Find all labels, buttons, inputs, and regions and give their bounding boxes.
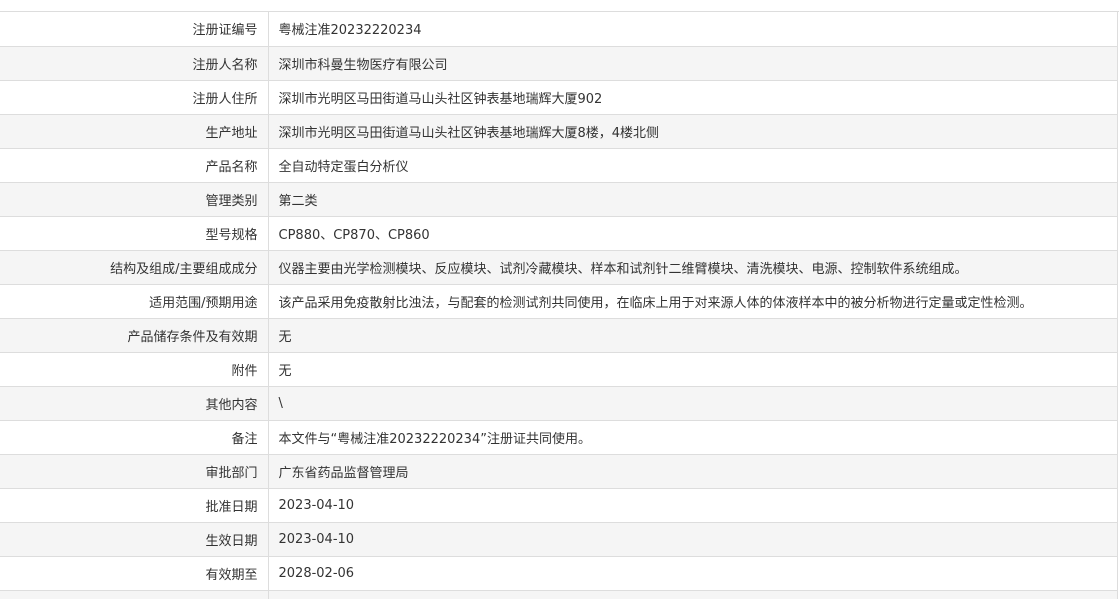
field-label: 产品名称: [0, 148, 269, 183]
field-value: 全自动特定蛋白分析仪: [268, 148, 1117, 183]
field-label: 注册人名称: [0, 46, 269, 81]
field-value: 该产品采用免疫散射比浊法，与配套的检测试剂共同使用，在临床上用于对来源人体的体液…: [268, 284, 1117, 319]
table-row: 结构及组成/主要组成成分 仪器主要由光学检测模块、反应模块、试剂冷藏模块、样本和试…: [0, 250, 1117, 285]
field-value: 无: [268, 318, 1117, 353]
table-row: 生效日期 2023-04-10: [0, 522, 1117, 557]
table-row: 有效期至 2028-02-06: [0, 556, 1117, 591]
detail-table-body: 注册证编号 粤械注准20232220234 注册人名称 深圳市科曼生物医疗有限公司 注册…: [0, 12, 1117, 599]
table-row: 审批部门 广东省药品监督管理局: [0, 454, 1117, 489]
field-label: 其他内容: [0, 386, 269, 421]
field-label: 有效期至: [0, 556, 269, 591]
field-value: 2023-04-10: [268, 522, 1117, 557]
table-row: [0, 590, 1117, 599]
field-value: 无: [268, 352, 1117, 387]
field-label: 注册人住所: [0, 80, 269, 115]
field-value: 2028-02-06: [268, 556, 1117, 591]
field-label: 生产地址: [0, 114, 269, 149]
table-row: 生产地址 深圳市光明区马田街道马山头社区钟表基地瑞辉大厦8楼，4楼北侧: [0, 114, 1117, 149]
field-value: 粤械注准20232220234: [268, 12, 1117, 47]
field-label: 适用范围/预期用途: [0, 284, 269, 319]
table-row: 注册人住所 深圳市光明区马田街道马山头社区钟表基地瑞辉大厦902: [0, 80, 1117, 115]
table-row: 批准日期 2023-04-10: [0, 488, 1117, 523]
table-row: 注册证编号 粤械注准20232220234: [0, 12, 1117, 47]
field-label: 注册证编号: [0, 12, 269, 47]
field-label: 结构及组成/主要组成成分: [0, 250, 269, 285]
field-value: 深圳市科曼生物医疗有限公司: [268, 46, 1117, 81]
field-value: [268, 590, 1117, 599]
field-value: 仪器主要由光学检测模块、反应模块、试剂冷藏模块、样本和试剂针二维臂模块、清洗模块…: [268, 250, 1117, 285]
registration-detail-table: 注册证编号 粤械注准20232220234 注册人名称 深圳市科曼生物医疗有限公司 注册…: [0, 12, 1117, 599]
field-value: 2023-04-10: [268, 488, 1117, 523]
registration-detail-page: 注册证编号 粤械注准20232220234 注册人名称 深圳市科曼生物医疗有限公司 注册…: [0, 0, 1119, 599]
field-label: 型号规格: [0, 216, 269, 251]
table-row: 型号规格 CP880、CP870、CP860: [0, 216, 1117, 251]
table-row: 备注 本文件与“粤械注准20232220234”注册证共同使用。: [0, 420, 1117, 455]
table-row: 产品储存条件及有效期无: [0, 318, 1117, 353]
table-row: 注册人名称 深圳市科曼生物医疗有限公司: [0, 46, 1117, 81]
field-label: 管理类别: [0, 182, 269, 217]
table-row: 其他内容 \: [0, 386, 1117, 421]
field-value: \: [268, 386, 1117, 421]
table-right-border: [1117, 12, 1118, 599]
field-label: 审批部门: [0, 454, 269, 489]
field-value: 第二类: [268, 182, 1117, 217]
field-label: 附件: [0, 352, 269, 387]
field-value: 本文件与“粤械注准20232220234”注册证共同使用。: [268, 420, 1117, 455]
field-value: 广东省药品监督管理局: [268, 454, 1117, 489]
table-top-edge: [0, 0, 1119, 12]
field-label: 备注: [0, 420, 269, 455]
field-label: 产品储存条件及有效期: [0, 318, 269, 353]
table-row: 管理类别 第二类: [0, 182, 1117, 217]
field-value: CP880、CP870、CP860: [268, 216, 1117, 251]
table-row: 产品名称 全自动特定蛋白分析仪: [0, 148, 1117, 183]
field-label: 批准日期: [0, 488, 269, 523]
field-label: 生效日期: [0, 522, 269, 557]
table-row: 适用范围/预期用途 该产品采用免疫散射比浊法，与配套的检测试剂共同使用，在临床上用…: [0, 284, 1117, 319]
table-row: 附件无: [0, 352, 1117, 387]
field-value: 深圳市光明区马田街道马山头社区钟表基地瑞辉大厦8楼，4楼北侧: [268, 114, 1117, 149]
field-value: 深圳市光明区马田街道马山头社区钟表基地瑞辉大厦902: [268, 80, 1117, 115]
field-label: [0, 590, 269, 599]
